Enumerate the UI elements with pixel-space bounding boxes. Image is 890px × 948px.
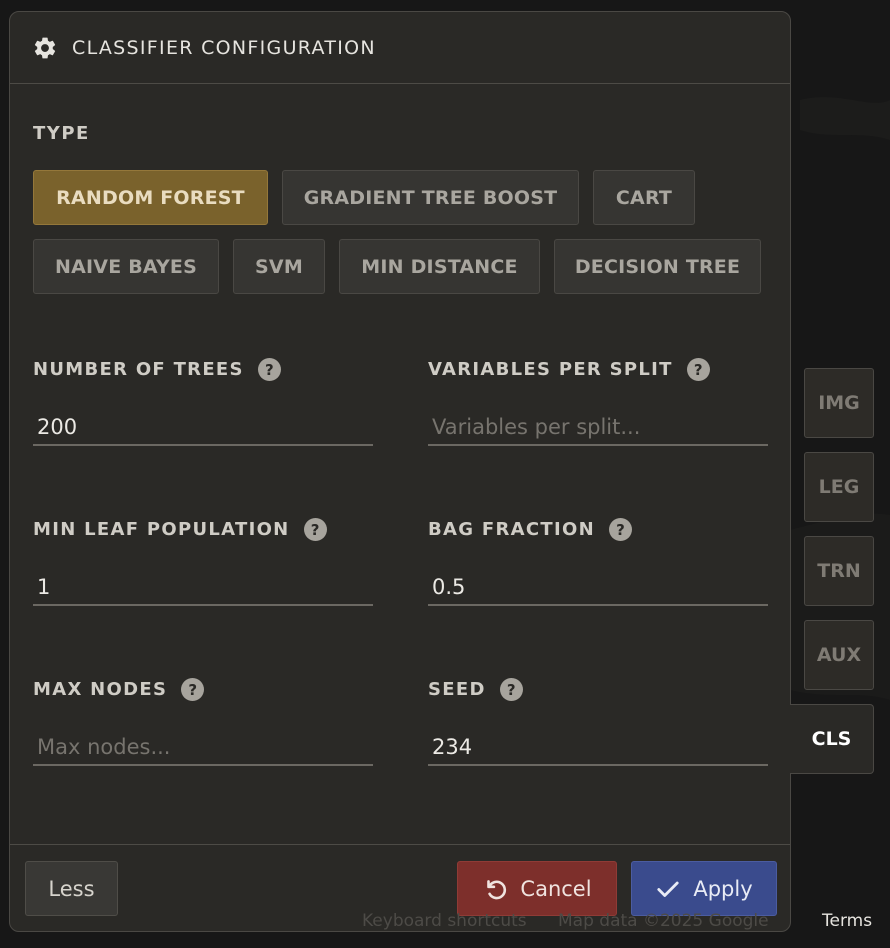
- undo-icon: [482, 876, 508, 902]
- help-icon[interactable]: ?: [686, 358, 710, 381]
- gear-icon: [32, 35, 58, 61]
- bag-fraction-label: BAG FRACTION ?: [428, 518, 632, 541]
- seed-input[interactable]: [428, 730, 768, 766]
- variables-per-split-label: VARIABLES PER SPLIT ?: [428, 358, 710, 381]
- type-chip-min-distance[interactable]: MIN DISTANCE: [339, 239, 540, 294]
- side-tab-trn[interactable]: TRN: [804, 536, 874, 606]
- type-chip-naive-bayes[interactable]: NAIVE BAYES: [33, 239, 219, 294]
- help-icon[interactable]: ?: [181, 678, 205, 701]
- max-nodes-label-text: MAX NODES: [33, 679, 168, 700]
- help-icon[interactable]: ?: [608, 518, 632, 541]
- number-of-trees-label-text: NUMBER OF TREES: [33, 359, 244, 380]
- max-nodes-label: MAX NODES ?: [33, 678, 205, 701]
- type-chip-gradient-tree-boost[interactable]: GRADIENT TREE BOOST: [282, 170, 579, 225]
- keyboard-shortcuts-link[interactable]: Keyboard shortcuts: [362, 911, 527, 935]
- type-chip-random-forest[interactable]: RANDOM FOREST: [33, 170, 268, 225]
- apply-button-label: Apply: [693, 876, 753, 901]
- map-data-attribution: Map data ©2025 Google: [558, 911, 769, 931]
- bag-fraction-label-text: BAG FRACTION: [428, 519, 595, 540]
- number-of-trees-label: NUMBER OF TREES ?: [33, 358, 281, 381]
- type-label: TYPE: [33, 123, 90, 144]
- cancel-button-label: Cancel: [520, 876, 592, 901]
- side-tab-aux[interactable]: AUX: [804, 620, 874, 690]
- max-nodes-input[interactable]: [33, 730, 373, 766]
- classifier-config-panel: CLASSIFIER CONFIGURATION TYPE RANDOM FOR…: [9, 11, 791, 932]
- seed-label-text: SEED: [428, 679, 486, 700]
- bag-fraction-input[interactable]: [428, 570, 768, 606]
- min-leaf-population-label: MIN LEAF POPULATION ?: [33, 518, 327, 541]
- side-tab-img[interactable]: IMG: [804, 368, 874, 438]
- panel-title: CLASSIFIER CONFIGURATION: [72, 36, 376, 59]
- side-tab-cls[interactable]: CLS: [790, 704, 874, 774]
- type-chip-cart[interactable]: CART: [593, 170, 695, 225]
- number-of-trees-input[interactable]: [33, 410, 373, 446]
- panel-header: CLASSIFIER CONFIGURATION: [10, 12, 790, 84]
- help-icon[interactable]: ?: [303, 518, 327, 541]
- side-tab-leg[interactable]: LEG: [804, 452, 874, 522]
- less-button[interactable]: Less: [25, 861, 118, 916]
- min-leaf-population-label-text: MIN LEAF POPULATION: [33, 519, 290, 540]
- variables-per-split-label-text: VARIABLES PER SPLIT: [428, 359, 673, 380]
- apply-button[interactable]: Apply: [631, 861, 777, 916]
- seed-label: SEED ?: [428, 678, 523, 701]
- cancel-button[interactable]: Cancel: [457, 861, 617, 916]
- help-icon[interactable]: ?: [257, 358, 281, 381]
- help-icon[interactable]: ?: [499, 678, 523, 701]
- check-icon: [655, 876, 681, 902]
- terms-link[interactable]: Terms: [822, 911, 872, 935]
- type-chip-decision-tree[interactable]: DECISION TREE: [554, 239, 761, 294]
- type-chip-svm[interactable]: SVM: [233, 239, 325, 294]
- less-button-label: Less: [48, 876, 95, 901]
- min-leaf-population-input[interactable]: [33, 570, 373, 606]
- variables-per-split-input[interactable]: [428, 410, 768, 446]
